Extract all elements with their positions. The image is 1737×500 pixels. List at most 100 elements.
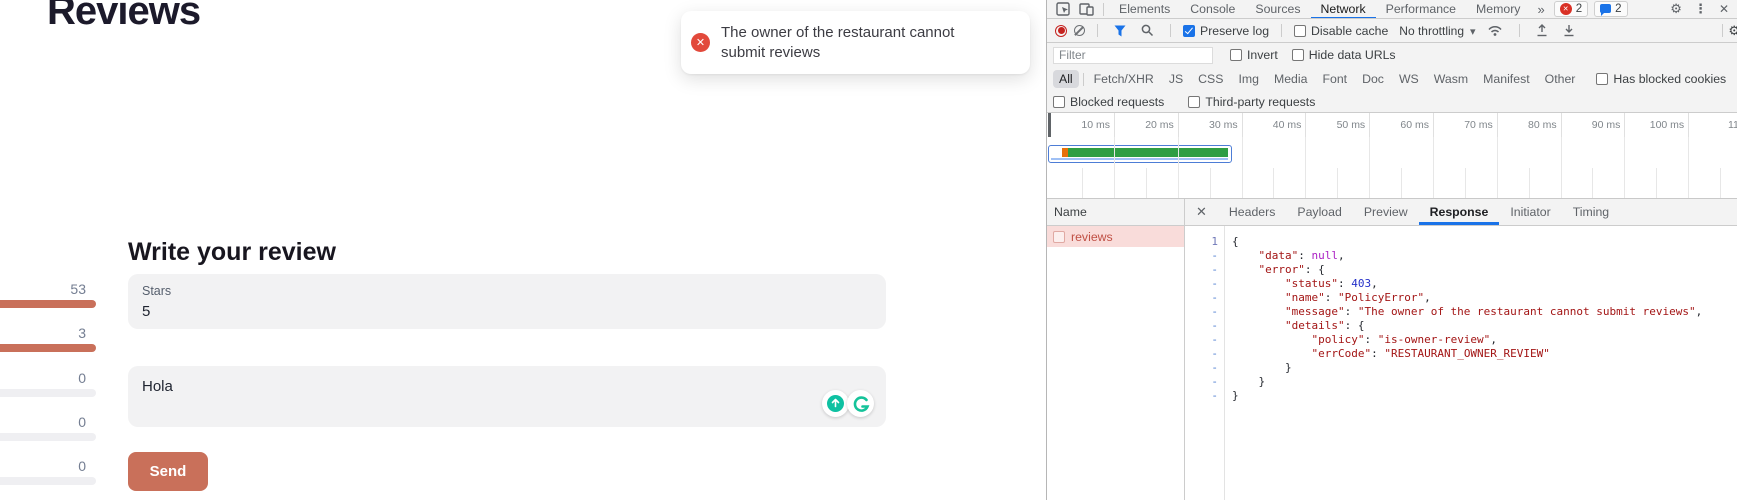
filter-pill-other[interactable]: Other <box>1539 70 1582 88</box>
issues-badge-icon <box>1600 4 1611 13</box>
filter-pill-js[interactable]: JS <box>1163 70 1189 88</box>
request-row-reviews[interactable]: reviews <box>1047 226 1184 247</box>
code-text: "policy": "is-owner-review", <box>1224 333 1497 347</box>
preserve-log-checkbox[interactable] <box>1183 25 1195 37</box>
detail-tab-headers[interactable]: Headers <box>1218 199 1286 225</box>
rating-count: 53 <box>70 281 86 297</box>
stars-field[interactable]: Stars 5 <box>128 274 886 329</box>
detail-tab-list: HeadersPayloadPreviewResponseInitiatorTi… <box>1218 199 1620 225</box>
overview-gridline <box>1242 137 1243 198</box>
third-party-requests-label[interactable]: Third-party requests <box>1205 95 1315 109</box>
filter-pill-css[interactable]: CSS <box>1192 70 1229 88</box>
name-column-label: Name <box>1054 205 1087 219</box>
network-settings-gear-icon[interactable] <box>1728 23 1737 39</box>
tab-memory[interactable]: Memory <box>1466 0 1530 19</box>
filter-pill-ws[interactable]: WS <box>1393 70 1425 88</box>
inspect-icon[interactable] <box>1056 2 1071 17</box>
review-textarea[interactable]: Hola <box>128 366 886 427</box>
third-party-requests-checkbox[interactable] <box>1188 96 1200 108</box>
detail-tab-preview[interactable]: Preview <box>1353 199 1419 225</box>
filter-pill-all[interactable]: All <box>1053 70 1079 88</box>
token <box>1232 277 1285 290</box>
tab-network[interactable]: Network <box>1311 0 1376 19</box>
hide-data-urls-checkbox[interactable] <box>1292 49 1304 61</box>
overview-gridline-minor <box>1465 168 1466 199</box>
send-button[interactable]: Send <box>128 452 208 491</box>
filter-pill-img[interactable]: Img <box>1232 70 1265 88</box>
import-har-icon[interactable] <box>1536 24 1548 37</box>
overview-selection[interactable] <box>1048 145 1232 163</box>
filter-pill-wasm[interactable]: Wasm <box>1428 70 1474 88</box>
devtools-close-icon[interactable] <box>1719 2 1729 16</box>
code-line: - "details": { <box>1185 319 1737 333</box>
filter-pill-manifest[interactable]: Manifest <box>1477 70 1535 88</box>
disable-cache-checkbox[interactable] <box>1294 25 1306 37</box>
tab-elements[interactable]: Elements <box>1109 0 1180 19</box>
detail-tab-timing[interactable]: Timing <box>1562 199 1620 225</box>
invert-checkbox[interactable] <box>1230 49 1242 61</box>
token: "data" <box>1259 249 1299 262</box>
divider <box>1519 24 1520 37</box>
blocked-requests-label[interactable]: Blocked requests <box>1070 95 1164 109</box>
timeline-overview[interactable] <box>1047 137 1737 199</box>
error-badge[interactable]: 2 <box>1554 1 1588 17</box>
token: : <box>1364 333 1377 346</box>
token <box>1232 305 1285 318</box>
grammarly-tone-icon[interactable] <box>822 390 849 417</box>
token: , <box>1338 249 1345 262</box>
grammarly-icon[interactable] <box>847 390 874 417</box>
token: "status" <box>1285 277 1338 290</box>
filter-input[interactable] <box>1053 47 1213 64</box>
overview-gridline <box>1433 137 1434 198</box>
export-har-icon[interactable] <box>1563 24 1575 37</box>
token: } <box>1232 361 1292 374</box>
filter-pill-fetchxhr[interactable]: Fetch/XHR <box>1088 70 1160 88</box>
preserve-log-label[interactable]: Preserve log <box>1200 24 1269 38</box>
toast-message: The owner of the restaurant cannot submi… <box>721 23 954 63</box>
device-toolbar-icon[interactable] <box>1079 2 1094 16</box>
filter-funnel-icon[interactable] <box>1114 25 1126 37</box>
tab-console[interactable]: Console <box>1180 0 1245 19</box>
error-count: 2 <box>1576 3 1582 15</box>
search-icon[interactable] <box>1141 24 1154 37</box>
record-button[interactable] <box>1055 25 1067 37</box>
timeline-tick-label: 10 ms <box>1050 119 1110 131</box>
detail-tab-payload[interactable]: Payload <box>1286 199 1352 225</box>
settings-gear-icon[interactable] <box>1670 1 1682 17</box>
token: : <box>1338 277 1351 290</box>
network-conditions-icon[interactable] <box>1487 24 1503 37</box>
detail-close-icon[interactable]: ✕ <box>1185 204 1218 220</box>
line-number: - <box>1185 277 1224 291</box>
blocked-requests-checkbox[interactable] <box>1053 96 1065 108</box>
invert-label[interactable]: Invert <box>1247 48 1278 62</box>
has-blocked-cookies-label[interactable]: Has blocked cookies <box>1613 72 1726 86</box>
detail-tab-response[interactable]: Response <box>1419 199 1500 225</box>
has-blocked-cookies-checkbox[interactable] <box>1596 73 1608 85</box>
detail-tab-initiator[interactable]: Initiator <box>1499 199 1561 225</box>
token <box>1232 249 1259 262</box>
disable-cache-label[interactable]: Disable cache <box>1311 24 1388 38</box>
page-title: Reviews <box>47 0 200 34</box>
line-number: - <box>1185 263 1224 277</box>
filter-pill-font[interactable]: Font <box>1316 70 1353 88</box>
timeline-tick-label: 50 ms <box>1305 119 1365 131</box>
line-number: - <box>1185 305 1224 319</box>
tab-sources[interactable]: Sources <box>1245 0 1310 19</box>
timeline-tick-label: 90 ms <box>1560 119 1620 131</box>
hide-data-urls-label[interactable]: Hide data URLs <box>1309 48 1396 62</box>
throttling-select[interactable]: No throttling <box>1399 24 1475 38</box>
response-viewer: 1{- "data": null,- "error": {- "status":… <box>1185 226 1737 500</box>
menu-dots-icon[interactable] <box>1694 1 1707 17</box>
filter-pill-doc[interactable]: Doc <box>1356 70 1390 88</box>
more-tabs-chevron-icon[interactable]: » <box>1530 2 1550 17</box>
issues-badge[interactable]: 2 <box>1594 1 1627 17</box>
token: "name" <box>1285 291 1325 304</box>
timeline-tick-label: 20 ms <box>1114 119 1174 131</box>
tab-performance[interactable]: Performance <box>1376 0 1466 19</box>
name-column-header[interactable]: Name <box>1047 199 1184 226</box>
overview-gridline <box>1369 137 1370 198</box>
filter-pill-media[interactable]: Media <box>1268 70 1314 88</box>
waterfall-timeline-strip <box>1051 158 1228 160</box>
clear-button[interactable] <box>1074 25 1085 36</box>
overview-gridline-minor <box>1082 168 1083 199</box>
